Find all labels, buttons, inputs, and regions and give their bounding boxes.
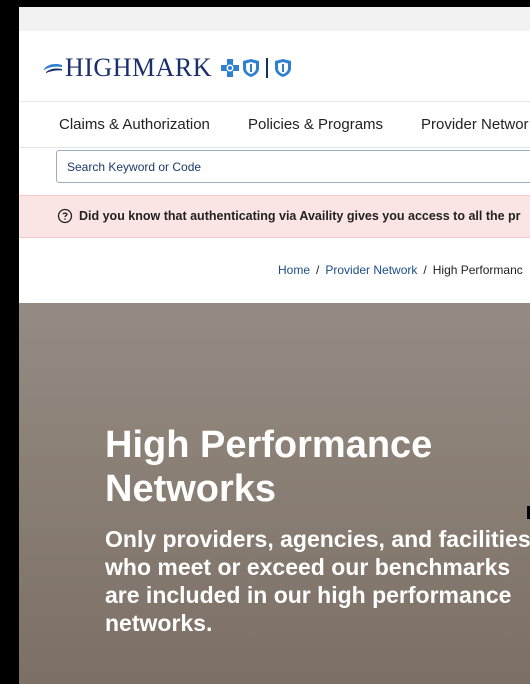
- availity-notice-banner: Did you know that authenticating via Ava…: [19, 195, 530, 238]
- header: HIGHMARK: [19, 31, 530, 101]
- swoosh-icon: [44, 64, 62, 73]
- blue-shield-icon: [275, 59, 291, 77]
- brand-wordmark: HIGHMARK: [65, 53, 212, 82]
- logo-divider: [266, 58, 268, 78]
- hero-subtitle: Only providers, agencies, and facilities…: [105, 526, 530, 636]
- search-placeholder: Search Keyword or Code: [67, 160, 202, 174]
- nav-policies-programs[interactable]: Policies & Programs: [248, 116, 383, 133]
- breadcrumb: Home / Provider Network / High Performanc: [278, 263, 523, 277]
- nav-claims-authorization[interactable]: Claims & Authorization: [59, 116, 210, 133]
- blue-cross-blue-shield-marks: [220, 58, 292, 78]
- banner-message: Did you know that authenticating via Ava…: [79, 209, 521, 223]
- chat-question-icon: [57, 208, 73, 224]
- breadcrumb-home[interactable]: Home: [278, 263, 310, 277]
- search-input[interactable]: Search Keyword or Code: [56, 150, 530, 183]
- hero-section: High Performance Networks Only providers…: [19, 303, 530, 684]
- breadcrumb-separator: /: [423, 263, 427, 277]
- main-navigation: Claims & Authorization Policies & Progra…: [19, 101, 530, 148]
- breadcrumb-separator: /: [316, 263, 320, 277]
- top-utility-bar: [19, 7, 530, 31]
- breadcrumb-current: High Performanc: [432, 263, 523, 277]
- nav-provider-network[interactable]: Provider Networ: [421, 116, 529, 133]
- page: HIGHMARK Claims & Authorization Policies…: [19, 7, 530, 684]
- breadcrumb-provider-network[interactable]: Provider Network: [325, 263, 417, 277]
- highmark-logo[interactable]: HIGHMARK: [43, 53, 292, 83]
- hero-title: High Performance Networks: [105, 424, 433, 510]
- blue-shield-icon: [243, 59, 259, 77]
- blue-cross-icon: [221, 59, 239, 77]
